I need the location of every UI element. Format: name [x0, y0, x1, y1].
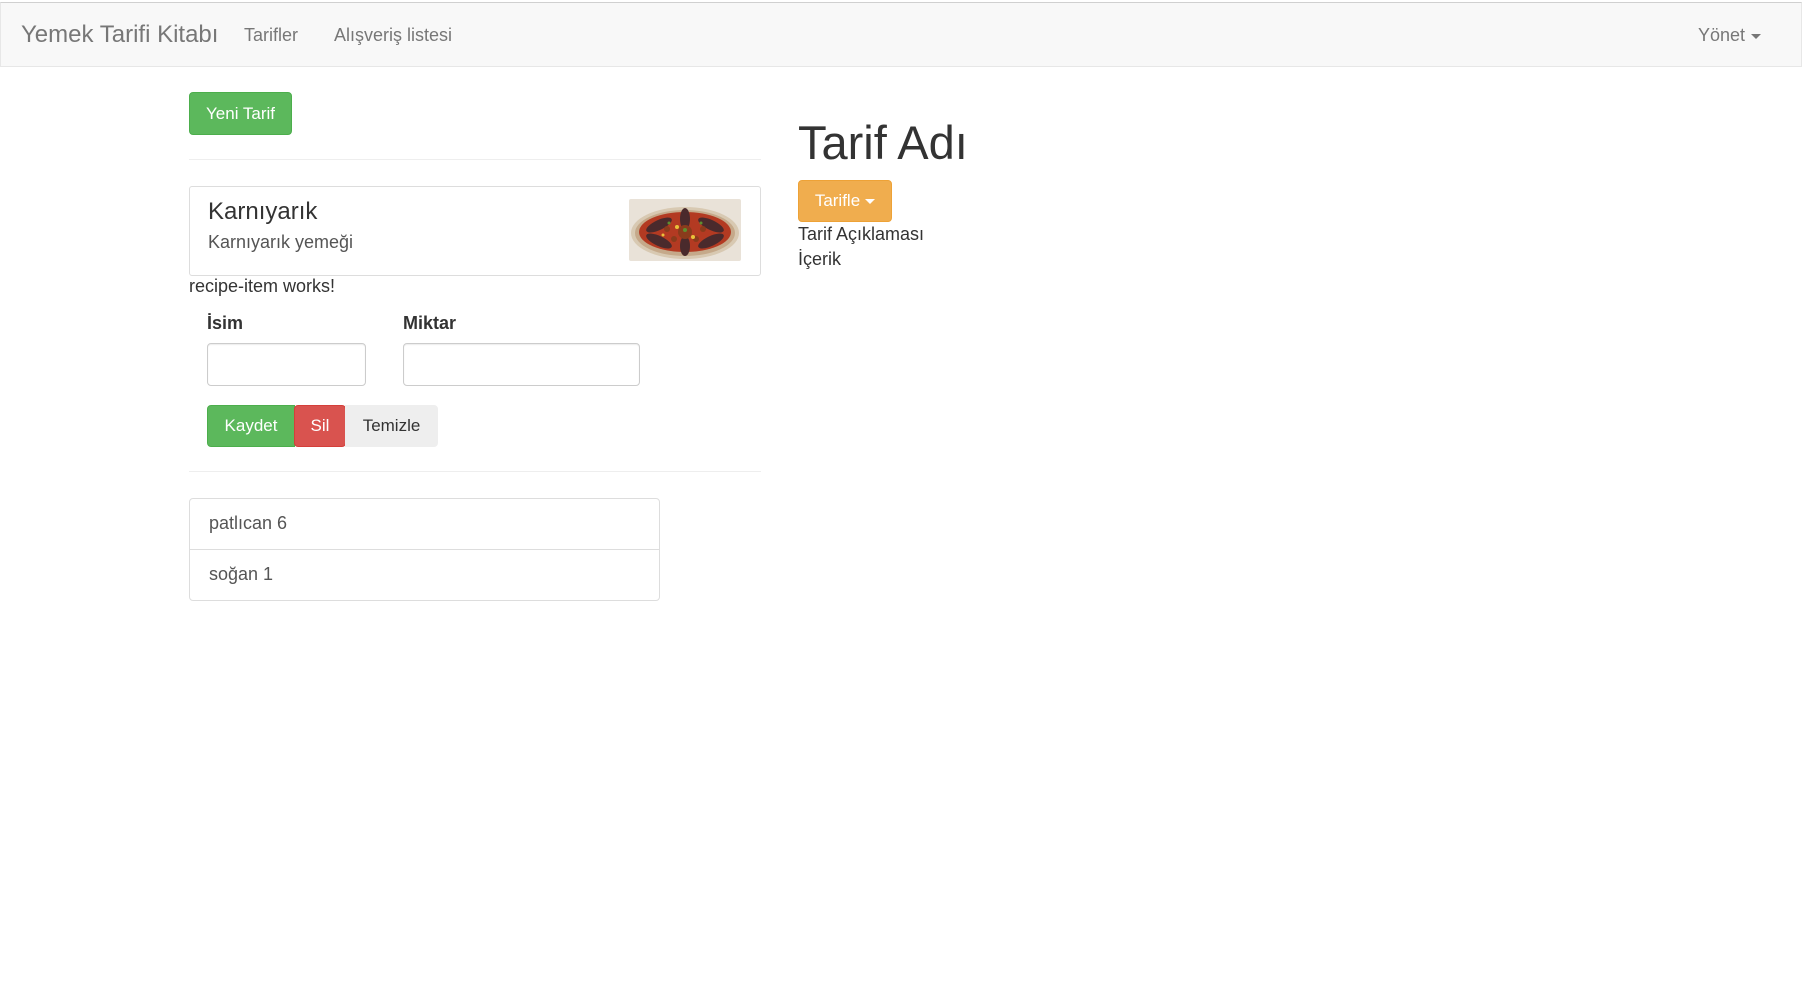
- recipe-detail-description: Tarif Açıklaması: [798, 224, 925, 244]
- karniyarik-dish-image: [629, 199, 741, 261]
- ingredient-list: patlıcan 6 soğan 1: [189, 498, 660, 601]
- caret-down-icon: [865, 198, 876, 204]
- divider: [189, 471, 761, 472]
- recipe-list-item[interactable]: Karnıyarık Karnıyarık yemeği: [189, 186, 761, 276]
- recipe-item-image: [629, 199, 741, 261]
- ingredient-list-item[interactable]: patlıcan 6: [190, 499, 659, 550]
- ingredient-amount-label: Miktar: [403, 313, 457, 333]
- recipe-actions-dropdown[interactable]: Tarifle: [798, 180, 892, 222]
- manage-dropdown[interactable]: Yönet: [1698, 25, 1761, 46]
- new-recipe-button[interactable]: Yeni Tarif: [189, 92, 292, 135]
- nav-link-shopping-list[interactable]: Alışveriş listesi: [334, 25, 452, 46]
- recipe-detail-title: Tarif Adı: [798, 116, 968, 169]
- ingredient-name-label: İsim: [207, 313, 244, 333]
- nav-link-recipes[interactable]: Tarifler: [244, 25, 298, 46]
- recipe-actions-label: Tarifle: [814, 191, 861, 210]
- recipe-detail-ingredients-label: İçerik: [798, 249, 842, 269]
- ingredient-list-item[interactable]: soğan 1: [190, 550, 659, 600]
- top-navbar: Yemek Tarifi Kitabı Tarifler Alışveriş l…: [0, 2, 1802, 67]
- ingredient-name-input[interactable]: [207, 343, 366, 386]
- delete-button[interactable]: Sil: [294, 405, 346, 447]
- divider: [189, 159, 761, 160]
- caret-down-icon: [1751, 33, 1761, 39]
- recipe-item-name: Karnıyarık: [208, 198, 318, 225]
- recipe-item-status-text: recipe-item works!: [189, 276, 336, 296]
- navbar-brand[interactable]: Yemek Tarifi Kitabı: [21, 21, 218, 49]
- manage-dropdown-label: Yönet: [1697, 25, 1745, 45]
- clear-button[interactable]: Temizle: [345, 405, 438, 447]
- save-button[interactable]: Kaydet: [207, 405, 295, 447]
- ingredient-amount-input[interactable]: [403, 343, 640, 386]
- recipe-item-description: Karnıyarık yemeği: [208, 232, 354, 252]
